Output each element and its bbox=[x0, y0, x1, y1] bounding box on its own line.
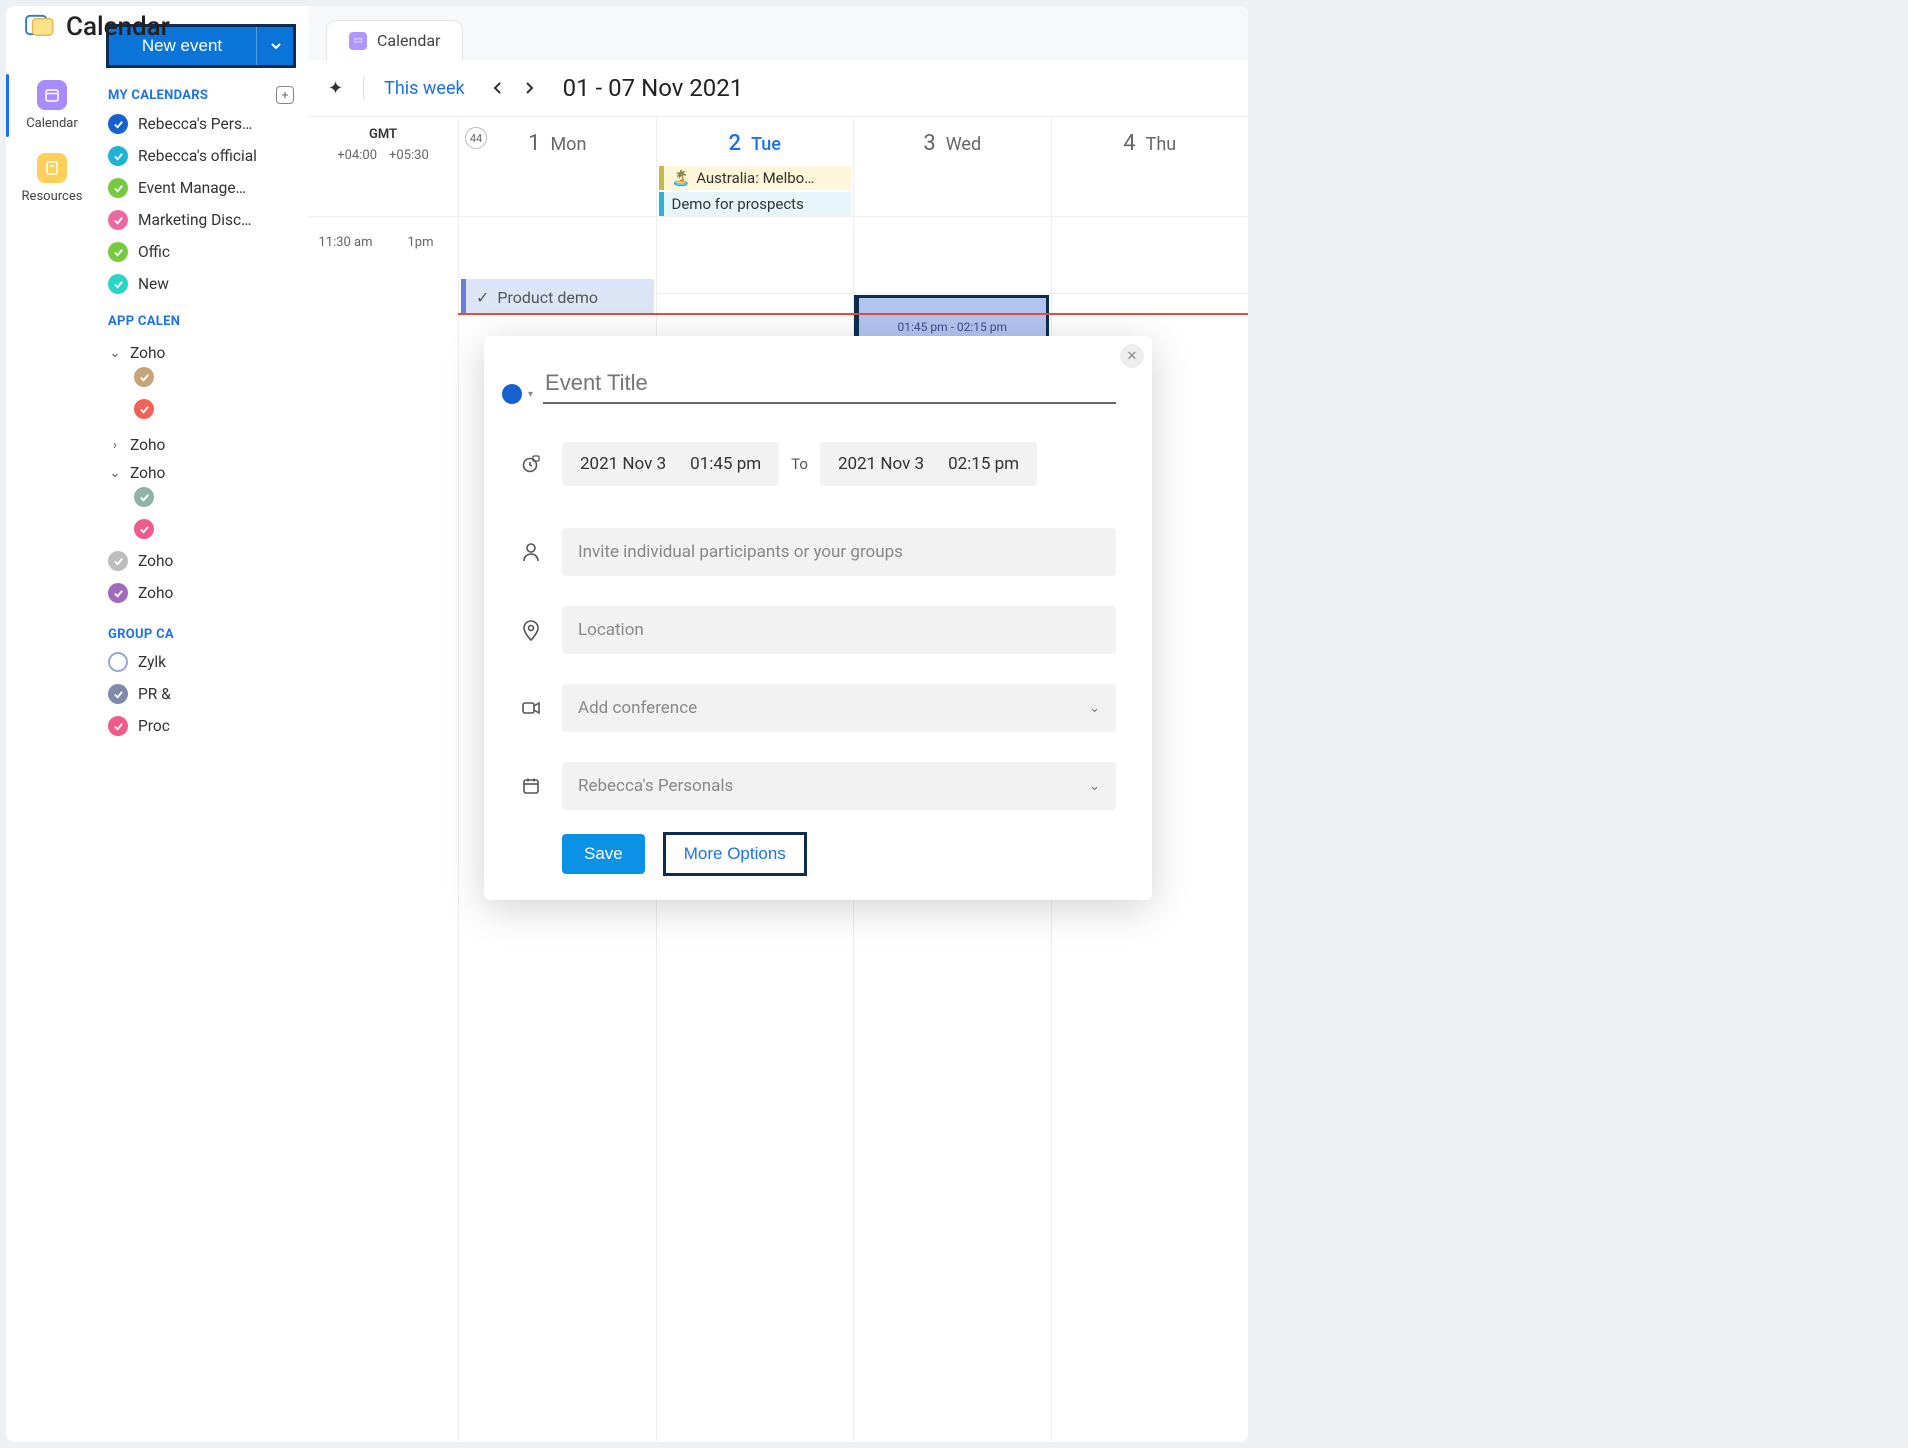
chevron-down-icon[interactable]: ▾ bbox=[528, 389, 533, 400]
calendar-color-badge bbox=[108, 114, 128, 134]
calendar-color-badge bbox=[108, 551, 128, 571]
app-calendar-folder[interactable]: ⌄Zoho bbox=[108, 459, 294, 487]
time-label: 1pm bbox=[383, 235, 458, 1442]
chevron-down-icon[interactable] bbox=[256, 26, 294, 66]
calendar-list-item[interactable] bbox=[134, 399, 294, 419]
tree-caret-icon: ⌄ bbox=[108, 466, 122, 481]
calendar-icon: ▭ bbox=[349, 32, 367, 50]
calendar-list-item[interactable]: Proc bbox=[108, 716, 294, 736]
event-title-input[interactable] bbox=[543, 364, 1116, 404]
quick-event-popover: ✕ ▾ 2021 Nov 3 01:45 pm To bbox=[484, 336, 1152, 900]
nav-calendar[interactable]: Calendar bbox=[6, 80, 98, 131]
calendar-list-item[interactable]: Zylk bbox=[108, 652, 294, 672]
app-calendars-heading: APP CALEN bbox=[108, 314, 180, 329]
person-icon bbox=[520, 542, 542, 562]
calendar-color-badge bbox=[134, 487, 154, 507]
event-product-demo[interactable]: ✓ Product demo bbox=[461, 279, 654, 315]
calendar-icon bbox=[37, 80, 67, 110]
close-button[interactable]: ✕ bbox=[1120, 344, 1144, 368]
calendar-list-item[interactable]: Event Manage… bbox=[108, 178, 294, 198]
app-calendar-folder[interactable]: ⌄Zoho bbox=[108, 339, 294, 367]
more-options-button[interactable]: More Options bbox=[663, 832, 807, 876]
quick-add-icon[interactable]: ✦ bbox=[328, 78, 343, 99]
calendar-list-item[interactable] bbox=[134, 487, 294, 507]
calendar-color-badge bbox=[108, 274, 128, 294]
calendar-list-item[interactable]: Offic bbox=[108, 242, 294, 262]
location-input[interactable]: Location bbox=[562, 606, 1116, 654]
calendar-color-badge bbox=[108, 583, 128, 603]
allday-event[interactable]: Demo for prospects bbox=[659, 192, 852, 216]
prev-week-button[interactable] bbox=[485, 75, 511, 101]
gmt-label: GMT bbox=[320, 127, 446, 142]
app-brand: Calendar bbox=[24, 12, 170, 42]
calendar-color-badge bbox=[108, 178, 128, 198]
calendar-list-item[interactable]: Zoho bbox=[108, 551, 294, 571]
group-calendars-heading: GROUP CA bbox=[108, 627, 174, 642]
start-datetime[interactable]: 2021 Nov 3 01:45 pm bbox=[562, 442, 779, 486]
time-label: 11:30 am bbox=[308, 235, 383, 1442]
calendar-icon bbox=[520, 777, 542, 795]
add-calendar-button[interactable]: + bbox=[276, 86, 294, 104]
calendar-color-picker[interactable] bbox=[502, 384, 522, 404]
tree-caret-icon: ⌄ bbox=[108, 346, 122, 361]
end-datetime[interactable]: 2021 Nov 3 02:15 pm bbox=[820, 442, 1037, 486]
tree-caret-icon: › bbox=[108, 438, 122, 453]
calendar-color-badge bbox=[134, 399, 154, 419]
my-calendars-heading: MY CALENDARS bbox=[108, 88, 208, 103]
location-icon bbox=[520, 619, 542, 641]
calendar-list-item[interactable]: PR & bbox=[108, 684, 294, 704]
calendar-color-badge bbox=[108, 146, 128, 166]
calendar-color-badge bbox=[108, 684, 128, 704]
calendar-list-item[interactable]: Zoho bbox=[108, 583, 294, 603]
calendar-color-badge bbox=[134, 519, 154, 539]
timezone-offset-1: +04:00 bbox=[337, 148, 377, 163]
date-range-label: 01 - 07 Nov 2021 bbox=[563, 74, 744, 102]
this-week-link[interactable]: This week bbox=[384, 78, 465, 99]
new-event-slot[interactable]: 01:45 pm - 02:15 pm bbox=[854, 295, 1049, 341]
calendar-list-item[interactable] bbox=[134, 519, 294, 539]
check-icon: ✓ bbox=[476, 288, 489, 307]
resources-icon bbox=[37, 153, 67, 183]
palm-icon: 🏝️ bbox=[672, 169, 691, 187]
allday-event[interactable]: 🏝️ Australia: Melbo… bbox=[659, 166, 852, 190]
app-title: Calendar bbox=[66, 12, 170, 42]
calendar-list-item[interactable] bbox=[134, 367, 294, 387]
calendar-list-item[interactable]: Rebecca's official bbox=[108, 146, 294, 166]
participants-input[interactable]: Invite individual participants or your g… bbox=[562, 528, 1116, 576]
week-number-badge: 44 bbox=[465, 127, 487, 149]
calendar-list-item[interactable]: New bbox=[108, 274, 294, 294]
calendar-list-item[interactable]: Marketing Disc… bbox=[108, 210, 294, 230]
clock-icon bbox=[520, 454, 542, 474]
calendar-color-badge bbox=[108, 652, 128, 672]
calendar-color-badge bbox=[108, 716, 128, 736]
chevron-down-icon: ⌄ bbox=[1089, 701, 1100, 716]
conference-select[interactable]: Add conference ⌄ bbox=[562, 684, 1116, 732]
calendar-color-badge bbox=[134, 367, 154, 387]
tab-calendar[interactable]: ▭ Calendar bbox=[326, 20, 463, 60]
calendar-list-item[interactable]: Rebecca's Pers… bbox=[108, 114, 294, 134]
app-calendar-folder[interactable]: ›Zoho bbox=[108, 431, 294, 459]
current-time-indicator bbox=[458, 313, 1248, 315]
chevron-down-icon: ⌄ bbox=[1089, 779, 1100, 794]
calendar-color-badge bbox=[108, 210, 128, 230]
timezone-offset-2: +05:30 bbox=[389, 148, 429, 163]
video-icon bbox=[520, 700, 542, 716]
next-week-button[interactable] bbox=[517, 75, 543, 101]
nav-resources[interactable]: Resources bbox=[6, 153, 98, 204]
save-button[interactable]: Save bbox=[562, 834, 645, 874]
calendar-color-badge bbox=[108, 242, 128, 262]
calendar-select[interactable]: Rebecca's Personals ⌄ bbox=[562, 762, 1116, 810]
calendar-app-icon bbox=[24, 13, 54, 41]
